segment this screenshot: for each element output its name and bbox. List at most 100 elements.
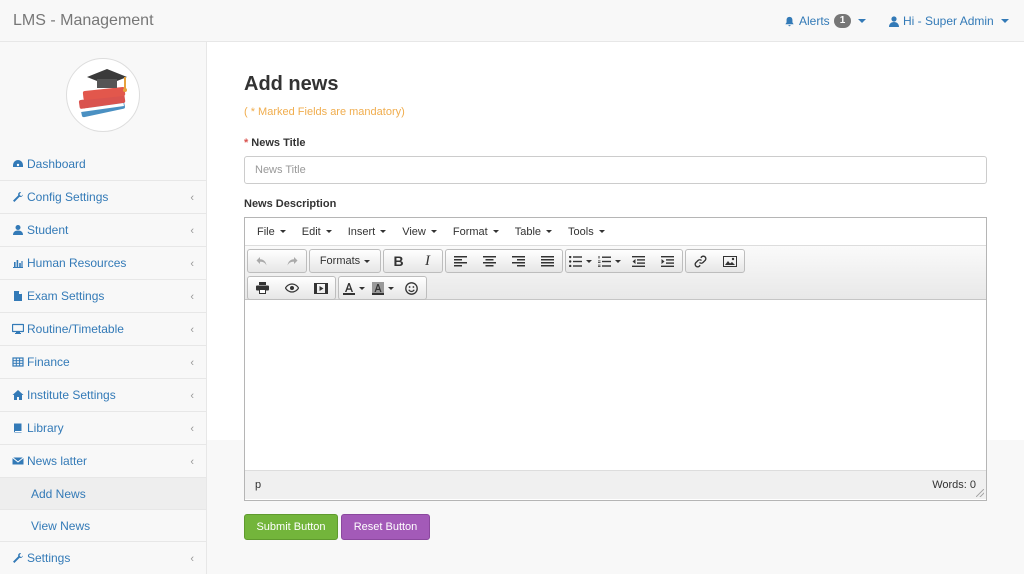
bell-icon xyxy=(785,16,794,26)
editor-content-area[interactable] xyxy=(245,300,986,470)
align-left-button[interactable] xyxy=(446,250,475,272)
required-marker: * xyxy=(244,137,249,149)
editor-menu-tools[interactable]: Tools xyxy=(560,226,613,238)
mandatory-note: ( * Marked Fields are mandatory) xyxy=(244,106,405,118)
sidebar-subitem-add-news[interactable]: Add News xyxy=(0,478,206,510)
menu-label: Insert xyxy=(347,225,376,238)
media-icon xyxy=(313,282,328,294)
editor-menu-insert[interactable]: Insert xyxy=(340,226,395,238)
preview-button[interactable] xyxy=(277,277,306,299)
sidebar-item-human-resources[interactable]: Human Resources ‹ xyxy=(0,247,206,280)
menu-label: Format xyxy=(452,225,488,238)
menu-label: Tools xyxy=(568,225,594,238)
news-title-input[interactable] xyxy=(244,156,987,184)
sidebar-item-label: Settings xyxy=(27,551,71,565)
sidebar-item-config-settings[interactable]: Config Settings ‹ xyxy=(0,181,206,214)
element-path[interactable]: p xyxy=(255,479,261,491)
editor-menu-table[interactable]: Table xyxy=(507,226,560,238)
chevron-left-icon: ‹ xyxy=(190,291,194,303)
brand-title[interactable]: LMS - Management xyxy=(13,12,154,30)
background-color-button[interactable] xyxy=(368,277,397,299)
align-right-button[interactable] xyxy=(504,250,533,272)
sidebar-item-label: Exam Settings xyxy=(27,289,105,303)
wrench-icon xyxy=(13,553,23,563)
sidebar-item-label: Library xyxy=(27,421,64,435)
sidebar-item-label: Dashboard xyxy=(27,156,86,171)
toolbar-group-style: B I xyxy=(383,249,443,273)
chevron-down-icon xyxy=(615,259,621,263)
sidebar-menu: Dashboard Config Settings ‹ Student ‹ Hu… xyxy=(0,147,206,574)
chevron-down-icon xyxy=(364,259,371,263)
editor-menu-format[interactable]: Format xyxy=(445,226,507,238)
outdent-button[interactable] xyxy=(624,250,653,272)
text-color-button[interactable] xyxy=(339,277,368,299)
italic-button[interactable]: I xyxy=(413,250,442,272)
insert-media-button[interactable] xyxy=(306,277,335,299)
resize-handle-icon[interactable] xyxy=(976,489,984,497)
align-center-button[interactable] xyxy=(475,250,504,272)
user-dropdown[interactable]: Hi - Super Admin xyxy=(889,14,1009,28)
word-count: Words: 0 xyxy=(932,479,976,491)
bullet-list-icon xyxy=(569,255,582,267)
smiley-icon xyxy=(405,281,418,295)
sidebar-item-institute-settings[interactable]: Institute Settings ‹ xyxy=(0,379,206,412)
undo-button[interactable] xyxy=(248,250,277,272)
align-justify-button[interactable] xyxy=(533,250,562,272)
submit-button[interactable]: Submit Button xyxy=(244,514,338,540)
formats-dropdown[interactable]: Formats xyxy=(310,250,380,272)
editor-menu-view[interactable]: View xyxy=(394,226,445,238)
news-title-label-text: News Title xyxy=(251,137,306,149)
sidebar-item-label: Config Settings xyxy=(27,190,109,204)
toolbar-group-formats: Formats xyxy=(309,249,381,273)
sidebar-item-exam-settings[interactable]: Exam Settings ‹ xyxy=(0,280,206,313)
sidebar-item-settings[interactable]: Settings ‹ xyxy=(0,542,206,574)
top-navbar: LMS - Management Alerts 1 Hi - Super Adm… xyxy=(0,0,1024,42)
bold-button[interactable]: B xyxy=(384,250,413,272)
sidebar-item-finance[interactable]: Finance ‹ xyxy=(0,346,206,379)
monitor-icon xyxy=(12,323,24,334)
menu-label: Edit xyxy=(301,225,321,238)
toolbar-row: Formats B I xyxy=(247,248,984,274)
indent-button[interactable] xyxy=(653,250,682,272)
chevron-left-icon: ‹ xyxy=(190,357,194,369)
chevron-down-icon xyxy=(279,230,286,233)
print-icon xyxy=(256,282,269,294)
chevron-down-icon xyxy=(586,259,592,263)
sidebar-subitem-view-news[interactable]: View News xyxy=(0,510,206,542)
redo-icon xyxy=(287,256,298,265)
bullet-list-button[interactable] xyxy=(566,250,595,272)
emoticons-button[interactable] xyxy=(397,277,426,299)
chevron-left-icon: ‹ xyxy=(190,390,194,402)
numbered-list-button[interactable] xyxy=(595,250,624,272)
align-justify-icon xyxy=(541,255,554,266)
graduation-books-icon xyxy=(78,69,127,118)
insert-image-button[interactable] xyxy=(715,250,744,272)
editor-statusbar: p Words: 0 xyxy=(245,470,986,499)
image-icon xyxy=(722,255,737,267)
sidebar-item-label: Human Resources xyxy=(27,256,127,270)
sidebar-item-label: Student xyxy=(27,223,69,237)
editor-toolbar: Formats B I xyxy=(245,246,986,300)
align-center-icon xyxy=(483,255,496,266)
editor-menu-file[interactable]: File xyxy=(249,226,294,238)
editor-menu-edit[interactable]: Edit xyxy=(294,226,340,238)
sidebar-item-student[interactable]: Student ‹ xyxy=(0,214,206,247)
align-right-icon xyxy=(512,255,525,266)
print-button[interactable] xyxy=(248,277,277,299)
redo-button[interactable] xyxy=(277,250,306,272)
reset-button[interactable]: Reset Button xyxy=(341,514,430,540)
toolbar-group-align xyxy=(445,249,563,273)
sidebar-item-library[interactable]: Library ‹ xyxy=(0,412,206,445)
sidebar-item-routine-timetable[interactable]: Routine/Timetable ‹ xyxy=(0,313,206,346)
indent-icon xyxy=(661,255,674,267)
sidebar: Dashboard Config Settings ‹ Student ‹ Hu… xyxy=(0,42,207,574)
chevron-left-icon: ‹ xyxy=(190,258,194,270)
background-color-icon xyxy=(371,281,384,295)
sidebar-item-news-latter[interactable]: News latter ‹ xyxy=(0,445,206,478)
chevron-down-icon: ‹ xyxy=(190,456,194,468)
link-icon xyxy=(694,255,707,267)
insert-link-button[interactable] xyxy=(686,250,715,272)
alerts-dropdown[interactable]: Alerts 1 xyxy=(784,14,867,28)
sidebar-item-dashboard[interactable]: Dashboard xyxy=(0,147,206,181)
text-color-icon xyxy=(342,282,355,295)
